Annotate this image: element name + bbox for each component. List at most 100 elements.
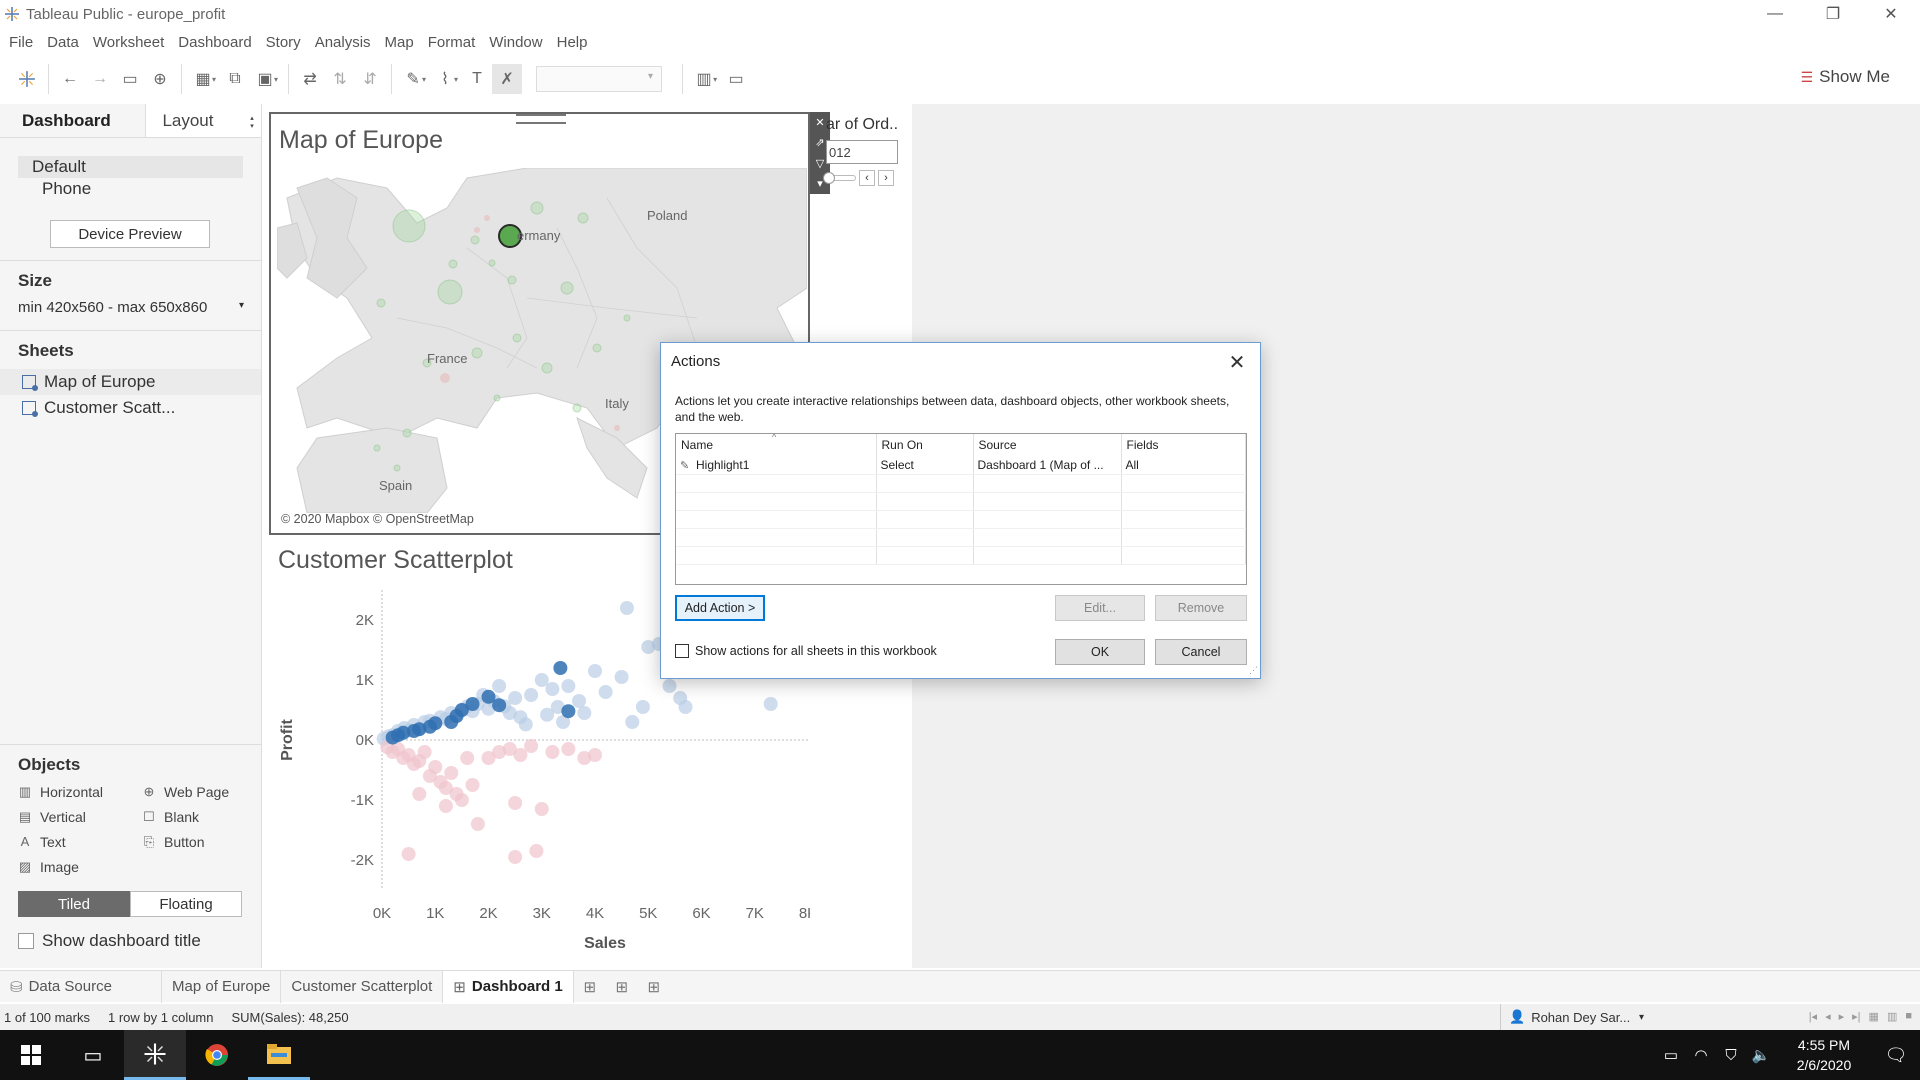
security-icon[interactable]: ⛉ bbox=[1716, 1047, 1746, 1064]
tab-map-of-europe[interactable]: Map of Europe bbox=[162, 970, 282, 1003]
label-icon[interactable]: T bbox=[462, 64, 492, 94]
restore-button[interactable]: ❐ bbox=[1804, 0, 1862, 28]
menu-map[interactable]: Map bbox=[385, 34, 414, 51]
more-options-icon[interactable]: ▾ bbox=[817, 177, 823, 190]
fix-axes-icon[interactable]: ✗ bbox=[492, 64, 523, 94]
menu-dashboard[interactable]: Dashboard bbox=[178, 34, 251, 51]
new-worksheet-icon[interactable]: ⊞ bbox=[574, 971, 606, 1003]
sheet-item-map[interactable]: Map of Europe bbox=[0, 369, 261, 395]
tabs-icon[interactable]: ■ bbox=[1905, 1010, 1912, 1023]
tab-layout[interactable]: Layout bbox=[145, 104, 261, 137]
col-fields-header[interactable]: Fields bbox=[1121, 434, 1246, 456]
year-next-button[interactable]: › bbox=[878, 170, 894, 186]
menu-worksheet[interactable]: Worksheet bbox=[93, 34, 164, 51]
sheet-sorter-icon[interactable]: ▦ bbox=[1869, 1010, 1879, 1023]
new-dashboard-icon[interactable]: ⊞ bbox=[606, 971, 638, 1003]
fit-dropdown[interactable] bbox=[536, 66, 663, 92]
object-button[interactable]: ⎘ Button bbox=[142, 831, 266, 852]
menu-window[interactable]: Window bbox=[489, 34, 542, 51]
notifications-icon[interactable]: 🗨 bbox=[1872, 1045, 1920, 1066]
volume-icon[interactable]: 🔈 bbox=[1746, 1046, 1776, 1064]
checkbox-icon bbox=[18, 933, 34, 949]
show-all-actions-checkbox[interactable]: Show actions for all sheets in this work… bbox=[675, 644, 937, 658]
tab-dashboard-1[interactable]: ⊞ Dashboard 1 bbox=[443, 970, 574, 1003]
object-image[interactable]: ▨ Image bbox=[18, 856, 142, 877]
tab-customer-scatterplot[interactable]: Customer Scatterplot bbox=[281, 970, 444, 1003]
go-to-sheet-icon[interactable]: ⇗ bbox=[815, 136, 824, 149]
wifi-icon[interactable]: ◠ bbox=[1686, 1046, 1716, 1064]
presentation-icon[interactable]: ▭ bbox=[721, 64, 751, 94]
col-runon-header[interactable]: Run On bbox=[876, 434, 974, 456]
menu-help[interactable]: Help bbox=[557, 34, 588, 51]
table-row[interactable]: ✎ Highlight1 Select Dashboard 1 (Map of ...… bbox=[676, 456, 1246, 475]
col-source-header[interactable]: Source bbox=[973, 434, 1122, 456]
windows-start-icon[interactable] bbox=[0, 1030, 62, 1080]
battery-icon[interactable]: ▭ bbox=[1656, 1046, 1686, 1064]
user-menu[interactable]: 👤 Rohan Dey Sar... bbox=[1500, 1004, 1650, 1030]
chrome-icon[interactable] bbox=[186, 1030, 248, 1080]
tableau-taskbar-icon[interactable] bbox=[124, 1030, 186, 1080]
menu-data[interactable]: Data bbox=[47, 34, 79, 51]
close-window-button[interactable]: ✕ bbox=[1862, 0, 1920, 28]
sort-ascending-icon[interactable]: ⇅ bbox=[325, 64, 355, 94]
edit-action-button[interactable]: Edit... bbox=[1055, 595, 1145, 621]
prev-sheet-icon[interactable]: ◂ bbox=[1825, 1010, 1831, 1023]
object-blank[interactable]: ☐ Blank bbox=[142, 806, 266, 827]
menu-file[interactable]: File bbox=[9, 34, 33, 51]
undo-icon[interactable]: ← bbox=[55, 64, 85, 94]
scatter-point bbox=[625, 715, 640, 729]
new-story-icon[interactable]: ⊞ bbox=[638, 971, 670, 1003]
tableau-logo-icon[interactable] bbox=[12, 64, 42, 94]
show-title-checkbox[interactable]: Show dashboard title bbox=[18, 931, 262, 951]
first-sheet-icon[interactable]: |◂ bbox=[1809, 1010, 1817, 1023]
highlight-action-icon: ✎ bbox=[680, 459, 690, 472]
dialog-close-icon[interactable]: ✕ bbox=[1224, 349, 1250, 375]
duplicate-sheet-icon[interactable]: ⧉ bbox=[220, 64, 250, 94]
minimize-button[interactable]: — bbox=[1746, 0, 1804, 28]
size-title: Size bbox=[18, 271, 53, 290]
remove-action-button[interactable]: Remove bbox=[1155, 595, 1247, 621]
tiled-button[interactable]: Tiled bbox=[18, 891, 130, 917]
tab-dashboard[interactable]: Dashboard bbox=[0, 104, 146, 137]
add-datasource-icon[interactable]: ⊕ bbox=[145, 64, 175, 94]
menu-analysis[interactable]: Analysis bbox=[315, 34, 371, 51]
cancel-button[interactable]: Cancel bbox=[1155, 639, 1247, 665]
use-as-filter-icon[interactable]: ▽ bbox=[816, 157, 824, 170]
device-phone[interactable]: Phone bbox=[0, 178, 261, 200]
year-slider[interactable] bbox=[823, 172, 856, 184]
scatter-point-highlighted bbox=[444, 715, 459, 729]
swap-icon[interactable]: ⇄ bbox=[295, 64, 325, 94]
remove-sheet-icon[interactable]: ✕ bbox=[815, 116, 824, 129]
sheet-item-scatter[interactable]: Customer Scatt... bbox=[0, 395, 261, 421]
drag-handle[interactable] bbox=[516, 114, 566, 124]
object-web-page[interactable]: ⊕ Web Page bbox=[142, 781, 266, 802]
taskbar-clock[interactable]: 4:55 PM 2/6/2020 bbox=[1776, 1035, 1872, 1075]
device-default[interactable]: Default bbox=[18, 156, 243, 178]
file-explorer-icon[interactable] bbox=[248, 1030, 310, 1080]
task-view-icon[interactable]: ▭ bbox=[62, 1030, 124, 1080]
redo-icon[interactable]: → bbox=[85, 64, 115, 94]
filmstrip-icon[interactable]: ▥ bbox=[1887, 1010, 1897, 1023]
next-sheet-icon[interactable]: ▸ bbox=[1839, 1010, 1845, 1023]
tab-data-source[interactable]: ⛁ Data Source bbox=[0, 970, 162, 1003]
year-filter-input[interactable]: 012 bbox=[826, 140, 898, 164]
year-prev-button[interactable]: ‹ bbox=[859, 170, 875, 186]
ok-button[interactable]: OK bbox=[1055, 639, 1145, 665]
add-action-button[interactable]: Add Action > bbox=[675, 595, 765, 621]
object-vertical[interactable]: ▤ Vertical bbox=[18, 806, 142, 827]
last-sheet-icon[interactable]: ▸| bbox=[1852, 1010, 1860, 1023]
object-text[interactable]: A Text bbox=[18, 831, 142, 852]
object-horizontal[interactable]: ▥ Horizontal bbox=[18, 781, 142, 802]
floating-button[interactable]: Floating bbox=[130, 891, 242, 917]
save-icon[interactable]: ▭ bbox=[115, 64, 145, 94]
size-dropdown[interactable]: min 420x560 - max 650x860 bbox=[18, 299, 244, 316]
map-label-germany: ermany bbox=[517, 228, 561, 243]
col-name-header[interactable]: ^ Name bbox=[676, 434, 877, 456]
menu-format[interactable]: Format bbox=[428, 34, 476, 51]
resize-grip-icon[interactable]: ⋰ bbox=[1249, 665, 1258, 676]
menu-story[interactable]: Story bbox=[266, 34, 301, 51]
sort-descending-icon[interactable]: ⇵ bbox=[355, 64, 385, 94]
device-preview-button[interactable]: Device Preview bbox=[50, 220, 210, 248]
scatter-point bbox=[572, 694, 587, 708]
show-me-button[interactable]: ☰ Show Me bbox=[1801, 67, 1890, 87]
